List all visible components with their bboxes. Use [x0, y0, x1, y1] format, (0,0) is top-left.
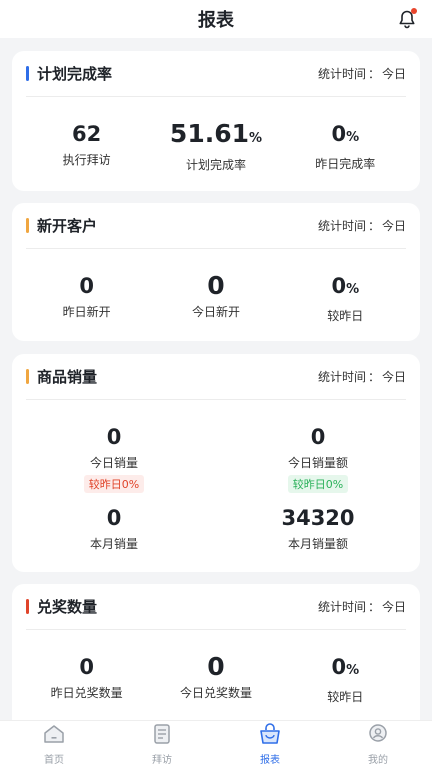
tab-visits[interactable]: 拜访 — [108, 721, 216, 768]
card-title: 商品销量 — [26, 366, 97, 387]
tab-profile[interactable]: 我的 — [324, 721, 432, 768]
product-sales-card: 商品销量 统计时间：今日 0 今日销量 较昨日0% 0 今日销量额 较昨日0% … — [12, 354, 420, 572]
stat-today-redemptions: 0 今日兑奖数量 — [179, 652, 252, 701]
card-title: 新开客户 — [26, 215, 97, 236]
tab-home[interactable]: 首页 — [0, 721, 108, 768]
stat-time: 统计时间：今日 — [317, 370, 406, 384]
change-badge: 较昨日0% — [287, 475, 349, 493]
stat-month-sales: 0 本月销量 — [89, 506, 138, 551]
stat-yesterday-completion-rate: 0% 昨日完成率 — [315, 122, 376, 171]
stat-today-sales: 0 今日销量 较昨日0% — [12, 424, 216, 493]
title-accent-bar — [26, 66, 29, 81]
bottom-tab-bar: 首页 拜访 报表 我的 — [0, 720, 432, 768]
stat-time: 统计时间：今日 — [317, 67, 406, 81]
stat-yesterday-new: 0 昨日新开 — [62, 274, 111, 319]
stat-time: 统计时间：今日 — [317, 600, 406, 614]
notification-dot — [411, 8, 417, 14]
card-header: 兑奖数量 统计时间：今日 — [26, 584, 406, 630]
card-header: 计划完成率 统计时间：今日 — [26, 51, 406, 97]
card-title: 兑奖数量 — [26, 596, 97, 617]
stat-executed-visits: 62 执行拜访 — [62, 122, 111, 167]
plan-completion-card: 计划完成率 统计时间：今日 62 执行拜访 51.61% 计划完成率 0% 昨日… — [12, 51, 420, 191]
title-accent-bar — [26, 599, 29, 614]
redemptions-card: 兑奖数量 统计时间：今日 0 昨日兑奖数量 0 今日兑奖数量 0% 较昨日 — [12, 584, 420, 720]
card-title: 计划完成率 — [26, 63, 112, 84]
title-accent-bar — [26, 218, 29, 233]
stat-yesterday-redemptions: 0 昨日兑奖数量 — [50, 655, 123, 700]
stat-plan-completion-rate: 51.61% 计划完成率 — [169, 119, 263, 173]
tab-reports[interactable]: 报表 — [216, 721, 324, 768]
visit-list-icon — [150, 723, 174, 749]
stat-vs-yesterday: 0% 较昨日 — [327, 274, 364, 323]
bell-icon[interactable] — [394, 6, 420, 32]
card-header: 新开客户 统计时间：今日 — [26, 203, 406, 249]
stat-month-sales-amount: 34320 本月销量额 — [281, 506, 355, 551]
stat-redemptions-vs-yesterday: 0% 较昨日 — [327, 655, 364, 704]
page-title: 报表 — [198, 10, 234, 31]
top-bar: 报表 — [0, 0, 432, 38]
report-content[interactable]: 计划完成率 统计时间：今日 62 执行拜访 51.61% 计划完成率 0% 昨日… — [0, 38, 432, 720]
stat-time: 统计时间：今日 — [317, 219, 406, 233]
stat-today-new: 0 今日新开 — [191, 271, 240, 320]
title-accent-bar — [26, 369, 29, 384]
stat-today-sales-amount: 0 今日销量额 较昨日0% — [287, 425, 349, 493]
report-bag-icon — [258, 723, 282, 749]
profile-icon — [366, 723, 390, 749]
new-customers-card: 新开客户 统计时间：今日 0 昨日新开 0 今日新开 0% 较昨日 — [12, 203, 420, 341]
home-icon — [42, 723, 66, 749]
card-header: 商品销量 统计时间：今日 — [26, 354, 406, 400]
change-badge: 较昨日0% — [83, 475, 145, 493]
